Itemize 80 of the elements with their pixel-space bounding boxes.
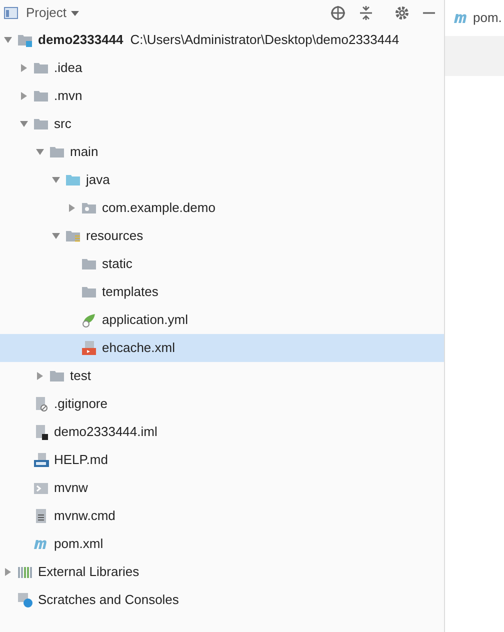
tree-row[interactable]: demo2333444 C:\Users\Administrator\Desktop\demo2333444: [0, 26, 444, 54]
tree-row[interactable]: demo2333444.iml: [0, 418, 444, 446]
tree-row[interactable]: mvnw: [0, 474, 444, 502]
collapsed-arrow-icon[interactable]: [20, 64, 28, 72]
collapsed-arrow-icon[interactable]: [68, 204, 76, 212]
package-folder-icon: [81, 200, 97, 216]
tree-label: ehcache.xml: [102, 339, 175, 358]
expanded-arrow-icon[interactable]: [36, 148, 44, 156]
settings-icon[interactable]: [394, 5, 410, 21]
module-folder-icon: [17, 32, 33, 48]
tree-row[interactable]: application.yml: [0, 306, 444, 334]
tree-row[interactable]: Scratches and Consoles: [0, 586, 444, 614]
tree-label: mvnw.cmd: [54, 507, 116, 526]
tree-label: .gitignore: [54, 395, 108, 414]
tree-row[interactable]: static: [0, 250, 444, 278]
tree-label: HELP.md: [54, 451, 108, 470]
tree-row[interactable]: java: [0, 166, 444, 194]
tree-row[interactable]: com.example.demo: [0, 194, 444, 222]
collapsed-arrow-icon[interactable]: [36, 372, 44, 380]
folder-icon: [81, 256, 97, 272]
tree-label: mvnw: [54, 479, 88, 498]
tree-label: demo2333444.iml: [54, 423, 158, 442]
collapsed-arrow-icon[interactable]: [4, 568, 12, 576]
tree-row[interactable]: mvnw.cmd: [0, 502, 444, 530]
folder-icon: [49, 368, 65, 384]
source-folder-icon: [65, 172, 81, 188]
expanded-arrow-icon[interactable]: [20, 120, 28, 128]
locate-icon[interactable]: [330, 5, 346, 21]
expanded-arrow-icon[interactable]: [52, 176, 60, 184]
terminal-icon: [33, 480, 49, 496]
xml-file-icon: [81, 340, 97, 356]
tree-row[interactable]: ehcache.xml: [0, 334, 444, 362]
tree-label: com.example.demo: [102, 199, 216, 218]
collapse-icon[interactable]: [358, 5, 374, 21]
tree-label: java: [86, 171, 110, 190]
tree-row[interactable]: HELP.md: [0, 446, 444, 474]
folder-icon: [33, 116, 49, 132]
text-file-icon: [33, 508, 49, 524]
resources-folder-icon: [65, 228, 81, 244]
expanded-arrow-icon[interactable]: [4, 36, 12, 44]
expanded-arrow-icon[interactable]: [52, 232, 60, 240]
module-file-icon: [33, 424, 49, 440]
tree-label: Scratches and Consoles: [38, 591, 179, 610]
leaf-file-icon: [81, 312, 97, 328]
tree-label: .mvn: [54, 87, 82, 106]
tree-label: demo2333444: [38, 31, 124, 50]
panel-icon: [4, 7, 18, 19]
tree-label: test: [70, 367, 91, 386]
scratches-icon: [17, 592, 33, 608]
tree-label: src: [54, 115, 72, 134]
tree-label: application.yml: [102, 311, 188, 330]
tree-row[interactable]: External Libraries: [0, 558, 444, 586]
folder-icon: [33, 88, 49, 104]
tree-row[interactable]: main: [0, 138, 444, 166]
tree-row[interactable]: .idea: [0, 54, 444, 82]
markdown-file-icon: [33, 452, 49, 468]
tree-row[interactable]: test: [0, 362, 444, 390]
tree-label: templates: [102, 283, 158, 302]
tree-label: static: [102, 255, 132, 274]
tree-label: resources: [86, 227, 144, 246]
panel-title[interactable]: Project: [26, 3, 66, 23]
tree-label: pom.xml: [54, 535, 104, 554]
tree-row[interactable]: .gitignore: [0, 390, 444, 418]
editor-tab[interactable]: pom.: [453, 8, 502, 28]
tree-row[interactable]: src: [0, 110, 444, 138]
folder-icon: [49, 144, 65, 160]
ignore-file-icon: [33, 396, 49, 412]
tree-label: External Libraries: [38, 563, 140, 582]
caret-icon[interactable]: [70, 9, 80, 17]
folder-icon: [81, 284, 97, 300]
tree-row[interactable]: templates: [0, 278, 444, 306]
libraries-bars-icon: [17, 564, 33, 580]
project-path: C:\Users\Administrator\Desktop\demo2333444: [130, 31, 400, 50]
tree-label: .idea: [54, 59, 82, 78]
tree-row[interactable]: .mvn: [0, 82, 444, 110]
folder-icon: [33, 60, 49, 76]
collapsed-arrow-icon[interactable]: [20, 92, 28, 100]
tree-row[interactable]: pom.xml: [0, 530, 444, 558]
tree-row[interactable]: resources: [0, 222, 444, 250]
tree-label: main: [70, 143, 98, 162]
